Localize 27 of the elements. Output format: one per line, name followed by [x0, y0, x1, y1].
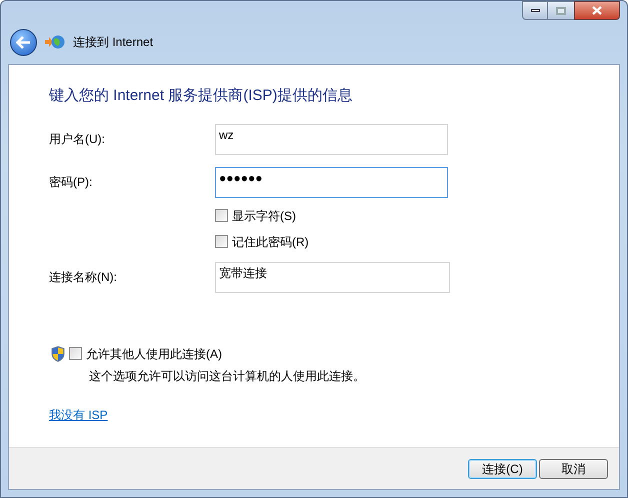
minimize-icon	[530, 9, 540, 12]
no-isp-link[interactable]: 我没有 ISP	[49, 406, 108, 424]
network-globe-icon	[45, 34, 65, 50]
back-button[interactable]	[10, 28, 37, 56]
shield-icon	[51, 346, 65, 362]
field-label: 密码(P):	[49, 174, 94, 191]
option-description: 这个选项允许可以访问这台计算机的人使用此连接。	[89, 368, 366, 384]
dialog-button[interactable]: 连接(C)	[468, 458, 537, 478]
page-heading: 键入您的 Internet 服务提供商(ISP)提供的信息	[49, 86, 354, 106]
input-field[interactable]: wz	[215, 124, 448, 154]
back-arrow-icon	[16, 36, 31, 48]
close-icon	[592, 6, 602, 15]
checkbox[interactable]	[215, 209, 228, 222]
checkbox-label: 允许其他人使用此连接(A)	[86, 346, 222, 362]
close-button[interactable]	[574, 1, 620, 20]
checkbox-label: 记住此密码(R)	[232, 234, 309, 250]
field-label: 连接名称(N):	[49, 269, 118, 286]
input-field[interactable]: 宽带连接	[215, 262, 450, 292]
input-field[interactable]: ●●●●●●	[215, 166, 448, 198]
field-label: 用户名(U):	[49, 131, 106, 148]
window-title: 连接到 Internet	[73, 34, 154, 51]
minimize-button[interactable]	[522, 1, 548, 20]
dialog-button[interactable]: 取消	[539, 458, 608, 478]
checkbox[interactable]	[69, 347, 82, 360]
checkbox[interactable]	[215, 235, 228, 248]
checkbox-label: 显示字符(S)	[232, 208, 296, 224]
maximize-icon	[556, 6, 566, 14]
